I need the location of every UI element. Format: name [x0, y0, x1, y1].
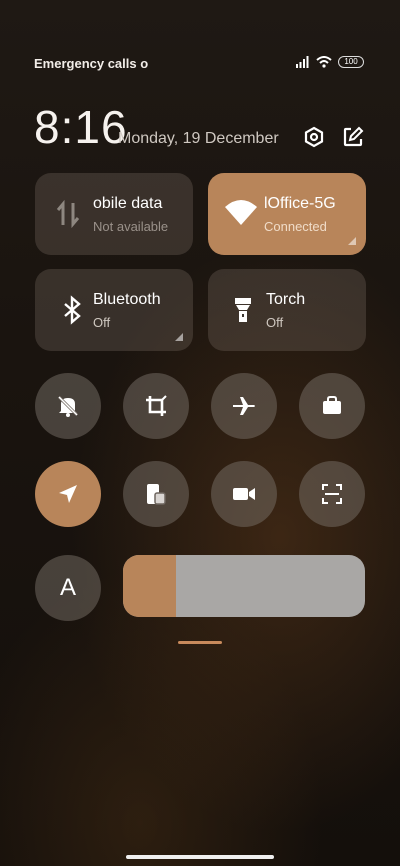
date[interactable]: Monday, 19 December — [118, 130, 279, 148]
status-icons: 100 — [296, 56, 364, 68]
status-bar: Emergency calls o 100 — [0, 0, 400, 71]
auto-brightness-button[interactable]: A — [35, 555, 101, 621]
airplane-toggle[interactable] — [211, 373, 277, 439]
work-profile-toggle[interactable] — [299, 373, 365, 439]
bluetooth-label: Bluetooth — [93, 291, 161, 308]
wifi-status-icon — [316, 56, 332, 68]
mobile-data-icon — [56, 199, 80, 229]
mobile-data-tile[interactable]: obile data Not available — [35, 173, 193, 255]
torch-status: Off — [266, 315, 284, 330]
torch-label: Torch — [266, 291, 306, 308]
wifi-status: Connected — [264, 219, 327, 234]
wifi-expand-icon[interactable] — [348, 237, 356, 245]
home-indicator[interactable] — [126, 855, 274, 859]
panel-drag-handle[interactable] — [178, 641, 222, 644]
mobile-data-status: Not available — [93, 219, 169, 234]
carrier-text: Emergency calls o — [34, 56, 149, 71]
briefcase-icon — [323, 396, 341, 414]
torch-icon — [235, 298, 251, 322]
bluetooth-tile[interactable]: Bluetooth Off — [35, 269, 193, 351]
bluetooth-expand-icon[interactable] — [175, 333, 183, 341]
auto-brightness-label: A — [59, 574, 76, 601]
bluetooth-icon — [64, 295, 81, 325]
mute-toggle[interactable] — [35, 373, 101, 439]
mobile-data-label: obile data — [93, 195, 163, 212]
wifi-network-name: lOffice-5G — [264, 195, 336, 212]
location-icon — [59, 485, 77, 503]
wifi-icon — [225, 200, 257, 225]
edit-icon[interactable] — [342, 126, 364, 148]
clock[interactable]: 8:16 — [34, 100, 128, 154]
signal-icon — [296, 56, 309, 68]
battery-icon: 100 — [338, 56, 364, 68]
scanner-icon — [322, 484, 342, 504]
floating-window-toggle[interactable] — [123, 461, 189, 527]
bluetooth-status: Off — [93, 315, 111, 330]
airplane-icon — [233, 397, 255, 415]
wifi-tile[interactable]: lOffice-5G Connected — [208, 173, 366, 255]
scanner-toggle[interactable] — [299, 461, 365, 527]
screen-recorder-toggle[interactable] — [211, 461, 277, 527]
brightness-fill — [123, 555, 177, 617]
screenshot-toggle[interactable] — [123, 373, 189, 439]
multitask-icon — [147, 484, 166, 505]
mute-icon — [57, 395, 79, 417]
screenshot-crop-icon — [146, 395, 167, 416]
location-toggle[interactable] — [35, 461, 101, 527]
brightness-slider[interactable] — [123, 555, 365, 617]
settings-icon[interactable] — [303, 126, 325, 148]
torch-tile[interactable]: Torch Off — [208, 269, 366, 351]
video-camera-icon — [233, 488, 255, 500]
